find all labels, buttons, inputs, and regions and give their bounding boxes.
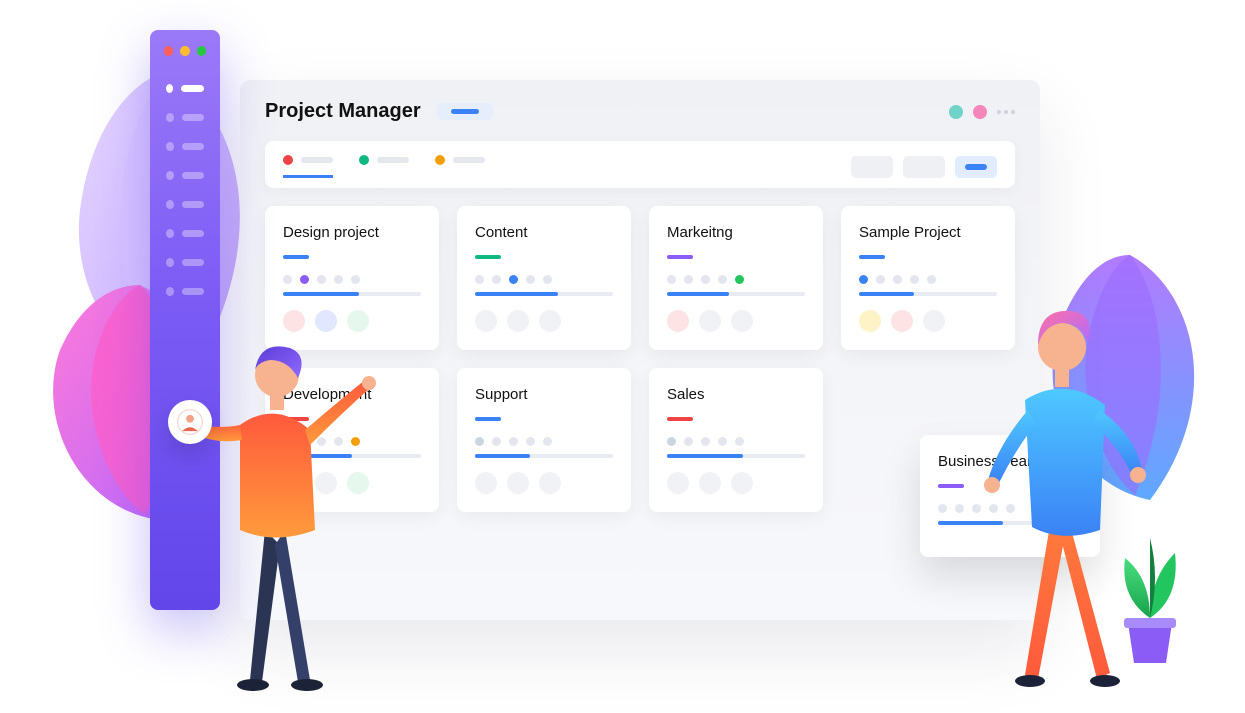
sidebar-item[interactable] — [166, 113, 204, 122]
toolbar — [265, 141, 1015, 188]
avatar[interactable] — [973, 105, 987, 119]
minimize-icon[interactable] — [180, 46, 189, 56]
project-card[interactable]: Sales — [649, 368, 823, 512]
card-title: Sales — [667, 386, 805, 403]
card-title: Content — [475, 224, 613, 241]
avatar[interactable] — [949, 105, 963, 119]
project-card[interactable]: Design project — [265, 206, 439, 350]
illustration-person — [180, 330, 380, 700]
card-dots — [667, 275, 805, 284]
illustration-person — [970, 295, 1160, 695]
card-dots — [859, 275, 997, 284]
card-title: Sample Project — [859, 224, 997, 241]
card-progress — [475, 292, 613, 296]
card-chips — [667, 472, 805, 494]
card-dots — [475, 275, 613, 284]
card-accent — [667, 255, 693, 259]
page-title: Project Manager — [265, 100, 421, 123]
sidebar-item[interactable] — [166, 142, 204, 151]
card-chips — [283, 310, 421, 332]
person-icon — [177, 409, 203, 435]
title-chip[interactable] — [437, 103, 493, 120]
card-accent — [475, 417, 501, 421]
card-title: Markeitng — [667, 224, 805, 241]
card-dots — [475, 437, 613, 446]
sidebar-item[interactable] — [166, 258, 204, 267]
maximize-icon[interactable] — [197, 46, 206, 56]
card-title: Support — [475, 386, 613, 403]
filter-tab[interactable] — [283, 155, 333, 178]
card-title: Design project — [283, 224, 421, 241]
project-card[interactable]: Markeitng — [649, 206, 823, 350]
card-chips — [475, 472, 613, 494]
sidebar-nav — [150, 84, 220, 296]
card-chips — [475, 310, 613, 332]
window-controls — [150, 30, 220, 84]
sidebar-item[interactable] — [166, 229, 204, 238]
sidebar-item[interactable] — [166, 171, 204, 180]
card-progress — [667, 292, 805, 296]
project-card[interactable]: Content — [457, 206, 631, 350]
card-progress — [283, 292, 421, 296]
card-accent — [938, 484, 964, 488]
more-icon[interactable] — [997, 110, 1015, 114]
card-chips — [667, 310, 805, 332]
user-bubble[interactable] — [168, 400, 212, 444]
sidebar-item[interactable] — [166, 287, 204, 296]
card-dots — [667, 437, 805, 446]
toolbar-button-primary[interactable] — [955, 156, 997, 178]
project-card[interactable]: Support — [457, 368, 631, 512]
filter-tab[interactable] — [435, 155, 485, 178]
filter-tab[interactable] — [359, 155, 409, 178]
card-dots — [283, 275, 421, 284]
sidebar-item[interactable] — [166, 84, 204, 93]
card-progress — [475, 454, 613, 458]
toolbar-button[interactable] — [903, 156, 945, 178]
toolbar-button[interactable] — [851, 156, 893, 178]
close-icon[interactable] — [164, 46, 173, 56]
sidebar-item[interactable] — [166, 200, 204, 209]
card-accent — [475, 255, 501, 259]
card-progress — [667, 454, 805, 458]
card-accent — [667, 417, 693, 421]
card-accent — [283, 255, 309, 259]
card-accent — [859, 255, 885, 259]
